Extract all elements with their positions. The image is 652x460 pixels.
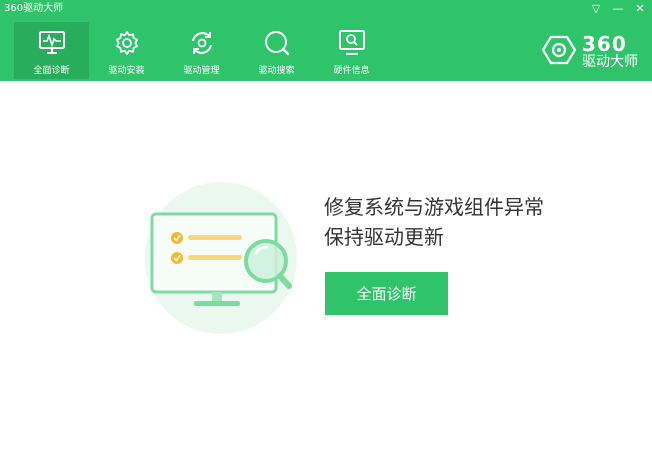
refresh-gear-icon — [187, 28, 217, 58]
tab-label: 硬件信息 — [333, 66, 370, 76]
minimize-icon[interactable]: — — [612, 2, 624, 16]
tab-driver-manage[interactable]: 驱动管理 — [164, 22, 239, 79]
main-nav: 全面诊断 驱动安装 驱动管理 驱动搜索 硬件信息 — [14, 22, 389, 79]
full-diagnosis-button[interactable]: 全面诊断 — [325, 272, 448, 315]
monitor-search-icon — [337, 28, 367, 58]
tab-label: 驱动搜索 — [258, 66, 295, 76]
tab-driver-install[interactable]: 驱动安装 — [89, 22, 164, 79]
tab-driver-search[interactable]: 驱动搜索 — [239, 22, 314, 79]
headline-line-1: 修复系统与游戏组件异常 — [324, 195, 544, 219]
gear-icon — [112, 28, 142, 58]
tab-label: 全面诊断 — [33, 66, 70, 76]
menu-dropdown-icon[interactable]: ▽ — [590, 2, 602, 16]
brand-logo: 360 驱动大师 — [541, 32, 638, 70]
monitor-pulse-icon — [37, 28, 67, 58]
brand-number: 360 — [582, 32, 627, 56]
brand-name: 驱动大师 — [582, 54, 638, 70]
monitor-check-magnifier-illustration — [136, 180, 306, 340]
app-title: 360驱动大师 — [4, 3, 64, 14]
tab-label: 驱动管理 — [183, 66, 220, 76]
search-icon — [262, 28, 292, 58]
headline-line-2: 保持驱动更新 — [324, 225, 444, 249]
close-icon[interactable]: ✕ — [634, 2, 646, 16]
tab-hardware-info[interactable]: 硬件信息 — [314, 22, 389, 79]
window-controls: ▽ — ✕ — [590, 2, 646, 16]
title-bar: 360驱动大师 ▽ — ✕ 全面诊断 驱动安装 驱动管理 驱动搜索 硬件信息 3… — [0, 0, 652, 81]
tab-full-diagnosis[interactable]: 全面诊断 — [14, 22, 89, 79]
360-logo-icon — [541, 35, 577, 69]
headline: 修复系统与游戏组件异常 保持驱动更新 — [324, 192, 544, 252]
tab-label: 驱动安装 — [108, 66, 145, 76]
